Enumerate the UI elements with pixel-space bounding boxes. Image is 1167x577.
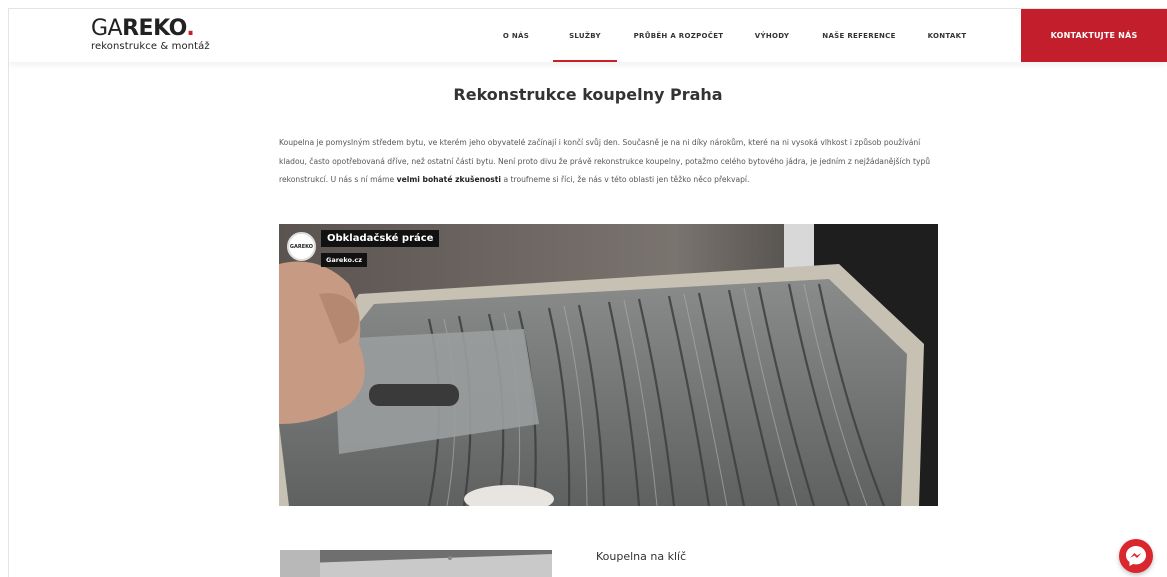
main-nav: O NÁS SLUŽBY PRŮBĚH A ROZPOČET VÝHODY NA…: [479, 9, 980, 62]
site-header: GAREKO. rekonstrukce & montáž O NÁS SLUŽ…: [9, 9, 1167, 62]
logo[interactable]: GAREKO. rekonstrukce & montáž: [91, 18, 210, 53]
logo-tagline: rekonstrukce & montáž: [91, 41, 210, 52]
bathroom-image: [280, 550, 552, 577]
nav-prubeh-a-rozpocet[interactable]: PRŮBĚH A ROZPOČET: [617, 9, 740, 62]
contact-us-button[interactable]: KONTAKTUJTE NÁS: [1021, 9, 1167, 62]
messenger-icon[interactable]: [1119, 539, 1153, 573]
channel-logo[interactable]: GAREKO: [287, 232, 316, 261]
video-title[interactable]: Obkladačské práce: [321, 230, 440, 247]
video-player[interactable]: GAREKO Obkladačské práce Gareko.cz: [279, 224, 938, 506]
nav-kontakt[interactable]: KONTAKT: [914, 9, 980, 62]
video-thumbnail: [279, 224, 938, 506]
nav-nase-reference[interactable]: NAŠE REFERENCE: [804, 9, 914, 62]
logo-prefix: GA: [91, 16, 123, 41]
messenger-glyph: [1126, 546, 1146, 566]
intro-text-2: a troufneme si říci, že nás v této oblas…: [501, 175, 750, 185]
logo-wordmark: GAREKO.: [91, 18, 210, 40]
page-frame: GAREKO. rekonstrukce & montáž O NÁS SLUŽ…: [8, 8, 1167, 577]
video-channel[interactable]: Gareko.cz: [321, 253, 368, 267]
section-subtitle: Koupelna na klíč: [596, 550, 687, 563]
intro-paragraph: Koupelna je pomyslným středem bytu, ve k…: [279, 134, 941, 190]
logo-dot: .: [186, 16, 195, 41]
nav-vyhody[interactable]: VÝHODY: [740, 9, 804, 62]
intro-emphasis: velmi bohaté zkušenosti: [396, 175, 502, 185]
nav-sluzby[interactable]: SLUŽBY: [553, 9, 617, 62]
logo-bold: REKO: [122, 16, 187, 41]
page-title: Rekonstrukce koupelny Praha: [453, 85, 723, 104]
bathroom-image-art: [280, 550, 552, 577]
nav-o-nas[interactable]: O NÁS: [479, 9, 553, 62]
